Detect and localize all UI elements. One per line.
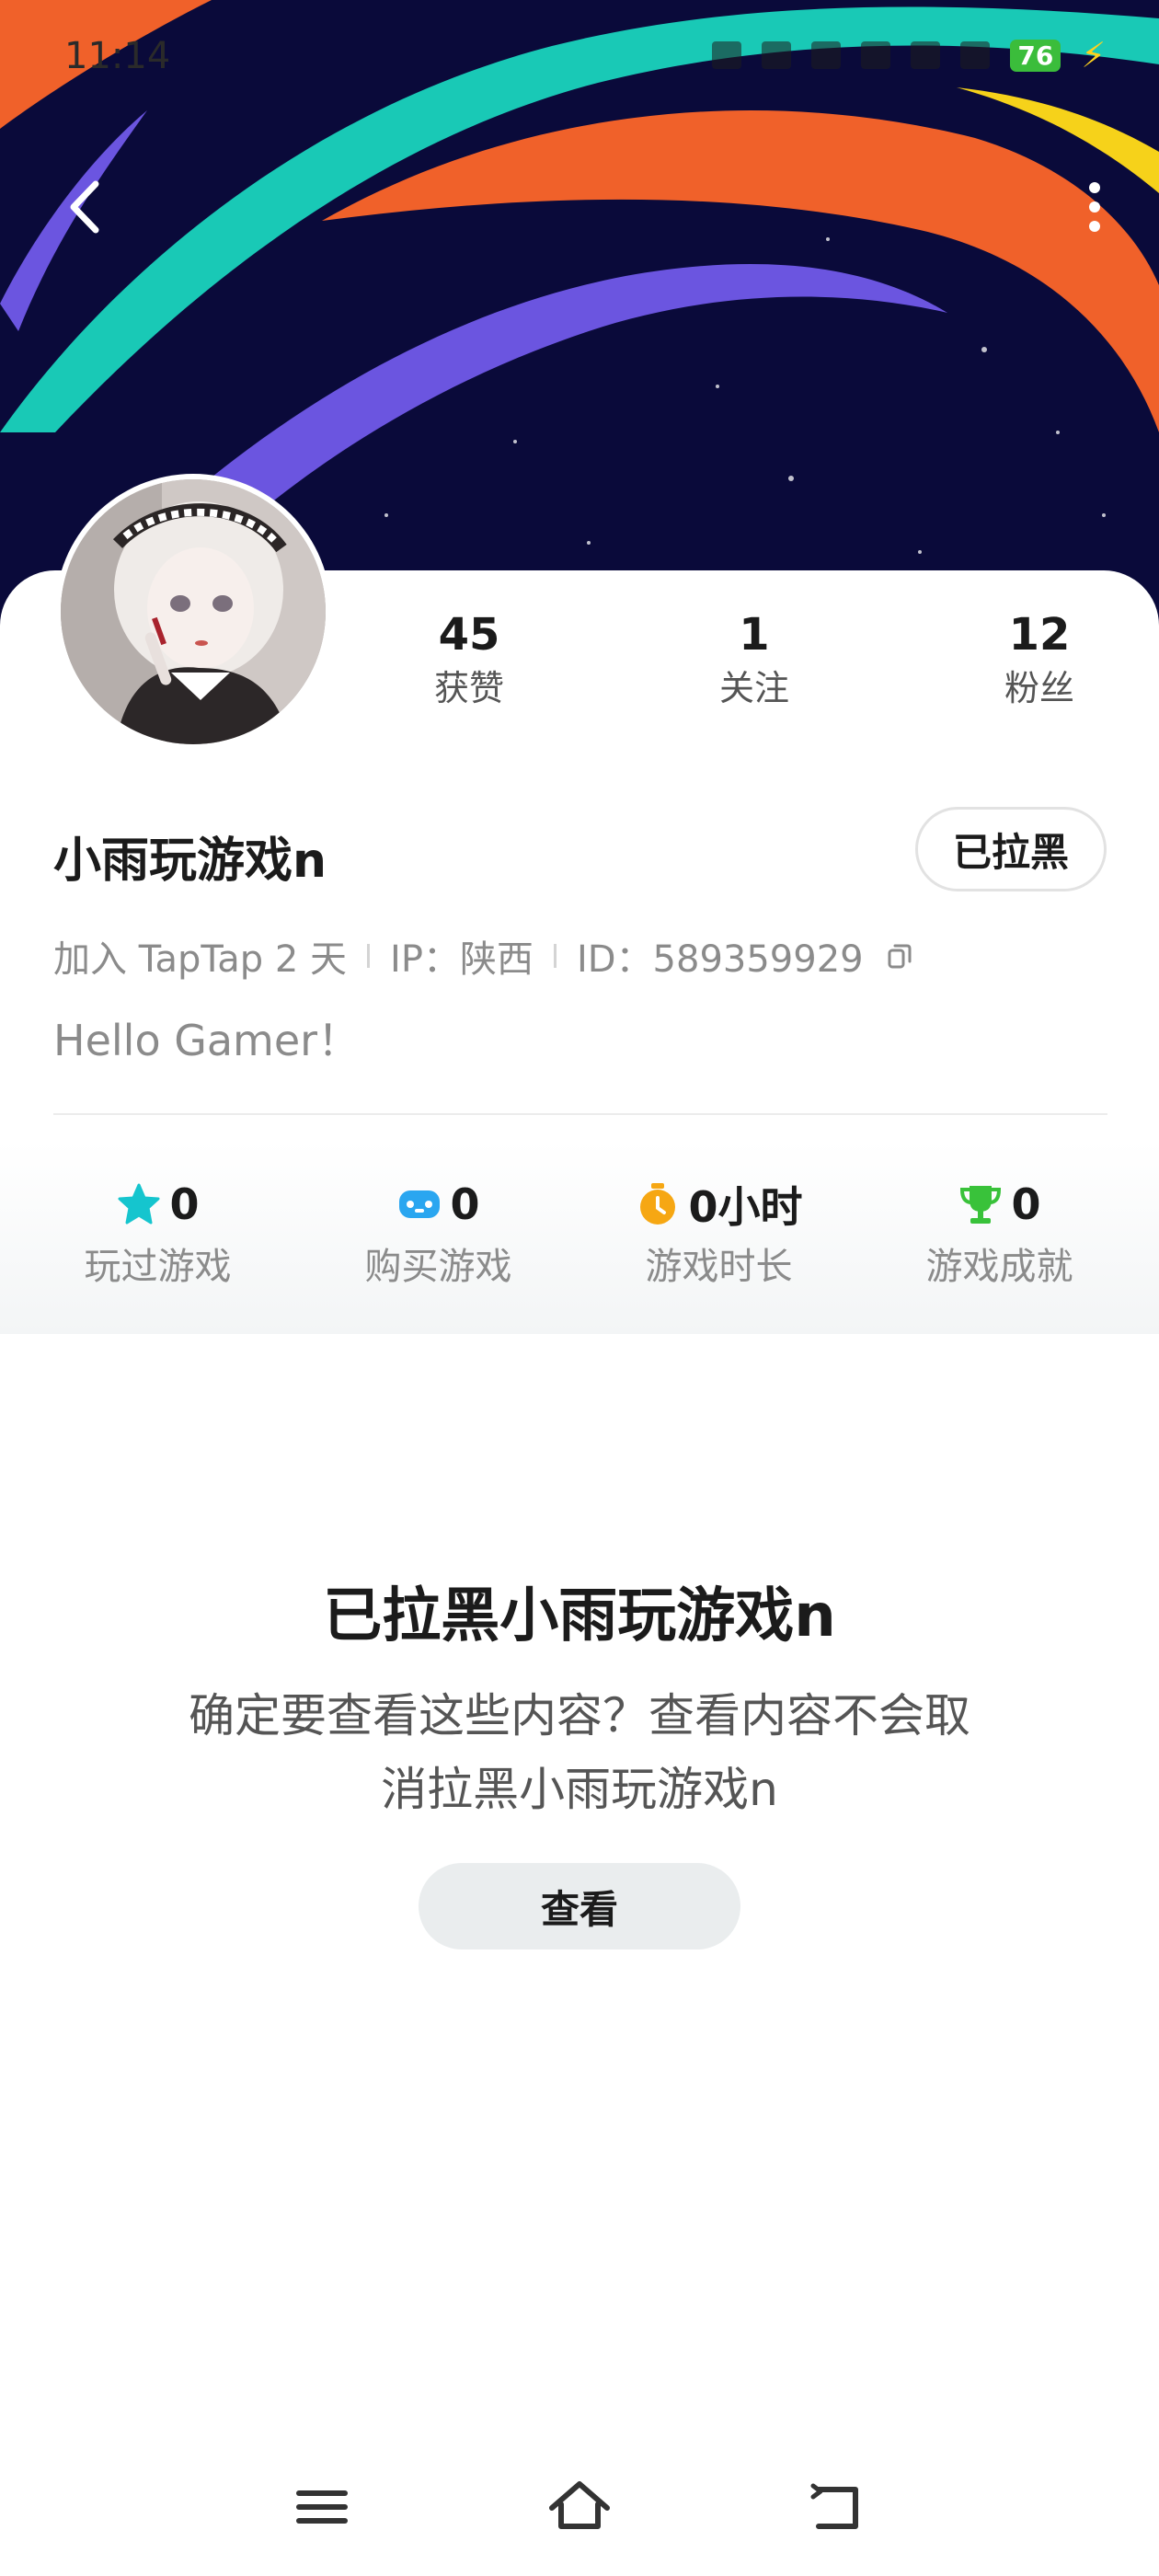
home-icon — [549, 2481, 610, 2529]
game-stat-label: 玩过游戏 — [84, 1246, 232, 1288]
star-icon — [118, 1183, 160, 1225]
game-stats: 0 玩过游戏 0 购买游戏 0小时 游戏时长 0 游戏成就 — [0, 1141, 1159, 1334]
stat-followers[interactable]: 12 粉丝 — [966, 607, 1113, 727]
avatar-illustration — [61, 479, 326, 744]
signal-5g-icon — [911, 41, 941, 69]
blocked-notice-line: 消拉黑小雨玩游戏n — [381, 1763, 778, 1816]
mute-icon — [762, 41, 792, 69]
wifi-icon — [960, 41, 991, 69]
stat-likes[interactable]: 45 获赞 — [396, 607, 543, 727]
status-time: 11:14 — [64, 35, 171, 77]
back-icon — [810, 2483, 858, 2529]
nav-menu-button[interactable] — [285, 2475, 359, 2539]
stat-value: 12 — [1008, 609, 1071, 661]
view-content-button[interactable]: 查看 — [419, 1863, 740, 1949]
more-vertical-icon — [1089, 182, 1100, 232]
game-stat-label: 游戏成就 — [925, 1246, 1073, 1288]
join-info: 加入 TapTap 2 天 — [53, 938, 348, 981]
gamepad-icon — [399, 1190, 441, 1218]
status-bar: 11:14 76 ⚡ — [0, 0, 1159, 120]
username: 小雨玩游戏n — [53, 834, 327, 889]
game-stat-purchased[interactable]: 0 购买游戏 — [297, 1141, 578, 1334]
blocked-notice-line: 确定要查看这些内容？查看内容不会取 — [189, 1689, 970, 1742]
user-id: ID：589359929 — [576, 938, 864, 981]
nfc-icon — [811, 41, 842, 69]
avatar[interactable] — [55, 474, 331, 750]
menu-icon — [296, 2490, 348, 2524]
back-button[interactable] — [55, 175, 120, 239]
battery-icon: 76 — [1010, 39, 1061, 72]
meta-divider — [553, 944, 557, 968]
profile-meta: 加入 TapTap 2 天 IP：陕西 ID：589359929 — [53, 929, 915, 983]
game-stat-playtime[interactable]: 0小时 游戏时长 — [578, 1141, 858, 1334]
meta-divider — [367, 944, 371, 968]
game-stat-value: 0 — [169, 1179, 200, 1229]
game-stat-label: 游戏时长 — [645, 1246, 793, 1288]
game-stat-value: 0 — [1011, 1179, 1041, 1229]
blocked-button[interactable]: 已拉黑 — [915, 807, 1107, 891]
stat-following[interactable]: 1 关注 — [681, 607, 828, 727]
chevron-left-icon — [70, 180, 99, 234]
bio: Hello Gamer！ — [53, 1016, 361, 1065]
ip-location: IP：陕西 — [390, 938, 534, 981]
stat-label: 粉丝 — [1004, 668, 1074, 708]
game-stat-label: 购买游戏 — [364, 1246, 512, 1288]
stat-label: 获赞 — [433, 668, 504, 708]
profile-stats: 45 获赞 1 关注 12 粉丝 — [396, 607, 1113, 727]
trophy-icon — [960, 1186, 1002, 1224]
stat-label: 关注 — [718, 668, 789, 708]
signal-4g-icon — [861, 41, 891, 69]
game-stat-played[interactable]: 0 玩过游戏 — [0, 1141, 297, 1334]
status-icons: 76 ⚡ — [712, 35, 1106, 75]
stat-value: 1 — [739, 609, 770, 661]
blocked-notice-message: 确定要查看这些内容？查看内容不会取 消拉黑小雨玩游戏n — [120, 1679, 1039, 1826]
charging-icon: ⚡ — [1081, 35, 1106, 75]
stat-value: 45 — [438, 609, 500, 661]
alarm-icon — [712, 41, 742, 69]
game-stat-value: 0 — [450, 1179, 480, 1229]
game-stat-achievements[interactable]: 0 游戏成就 — [858, 1141, 1139, 1334]
copy-icon[interactable] — [884, 940, 915, 972]
game-stat-value: 0小时 — [688, 1182, 803, 1232]
nav-back-button[interactable] — [800, 2475, 874, 2539]
divider — [53, 1113, 1107, 1115]
more-options-button[interactable] — [1067, 175, 1122, 239]
system-nav-bar — [0, 2438, 1159, 2576]
blocked-notice-title: 已拉黑小雨玩游戏n — [323, 1582, 836, 1650]
timer-icon — [640, 1183, 676, 1225]
nav-home-button[interactable] — [543, 2475, 616, 2539]
avatar-image — [61, 479, 326, 744]
